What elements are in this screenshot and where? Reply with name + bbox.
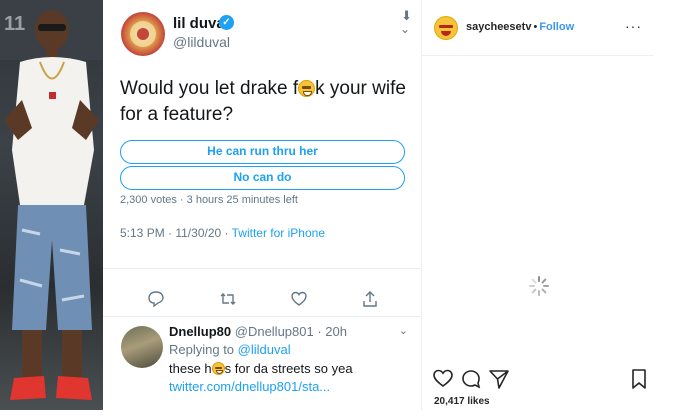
- grimacing-emoji-icon: [211, 362, 225, 375]
- person-photo: 11: [0, 0, 103, 410]
- reply-handle-time: @Dnellup801 · 20h: [234, 324, 347, 339]
- instagram-post: saycheesetv • Follow ··· 20,417 likes: [421, 0, 654, 410]
- reply-author-name[interactable]: Dnellup80: [169, 324, 231, 339]
- follow-button[interactable]: Follow: [539, 21, 574, 33]
- account-avatar[interactable]: [434, 16, 458, 40]
- divider: [103, 268, 420, 269]
- divider: [103, 316, 420, 317]
- reply-author-avatar[interactable]: [121, 326, 163, 368]
- svg-text:11: 11: [4, 13, 25, 35]
- post-user: saycheesetv • Follow: [466, 21, 574, 33]
- username[interactable]: saycheesetv: [466, 21, 531, 33]
- poll-option-2[interactable]: No can do: [120, 166, 405, 190]
- reply-icon[interactable]: [146, 290, 166, 310]
- tweet-author-avatar[interactable]: [121, 12, 165, 56]
- heart-icon[interactable]: [432, 368, 454, 390]
- tweet-author-handle[interactable]: @lilduval: [173, 34, 230, 50]
- reply-author[interactable]: Dnellup80 @Dnellup801 · 20h: [169, 324, 347, 339]
- tweet-card: lil duval ✓ @lilduval ⬇ ⌄ Would you let …: [103, 0, 420, 410]
- tweet-time[interactable]: 5:13 PM · 11/30/20 ·: [120, 226, 232, 240]
- comment-icon[interactable]: [460, 368, 482, 390]
- retweet-icon[interactable]: [218, 290, 238, 310]
- loading-spinner-icon: [529, 276, 549, 296]
- share-icon[interactable]: [360, 290, 380, 310]
- grimacing-emoji-icon: [298, 80, 316, 97]
- replying-to-handle[interactable]: @lilduval: [238, 342, 291, 357]
- tweet-actions: [103, 290, 420, 310]
- bookmark-icon[interactable]: [628, 368, 650, 390]
- tweet-timestamp: 5:13 PM · 11/30/20 · Twitter for iPhone: [120, 226, 325, 240]
- replying-to: Replying to @lilduval: [169, 342, 291, 357]
- chevron-down-icon[interactable]: ⌄: [400, 22, 410, 36]
- reply-text: these h s for da streets so yea: [169, 361, 353, 376]
- send-icon[interactable]: [488, 368, 510, 390]
- post-media[interactable]: [422, 57, 654, 363]
- poll-option-1[interactable]: He can run thru her: [120, 140, 405, 164]
- replying-label: Replying to: [169, 342, 238, 357]
- tweet-text: Would you let drake fk your wife for a f…: [120, 76, 410, 128]
- post-header: saycheesetv • Follow ···: [422, 0, 654, 56]
- post-actions: [422, 368, 654, 392]
- chevron-down-icon[interactable]: ⌄: [399, 324, 408, 337]
- poll-meta: 2,300 votes · 3 hours 25 minutes left: [120, 194, 298, 206]
- reply-text-part-2: s for da streets so yea: [224, 361, 353, 376]
- likes-count[interactable]: 20,417 likes: [434, 396, 490, 407]
- tweet-source[interactable]: Twitter for iPhone: [232, 226, 325, 240]
- like-icon[interactable]: [289, 290, 309, 310]
- tweet-text-part-1: Would you let drake f: [120, 78, 299, 99]
- reply-text-part-1: these h: [169, 361, 212, 376]
- separator: •: [533, 21, 538, 33]
- reply-link[interactable]: twitter.com/dnellup801/sta...: [169, 379, 330, 394]
- page-margin: [654, 0, 673, 420]
- more-options-icon[interactable]: ···: [625, 18, 642, 34]
- verified-badge-icon: ✓: [219, 15, 234, 30]
